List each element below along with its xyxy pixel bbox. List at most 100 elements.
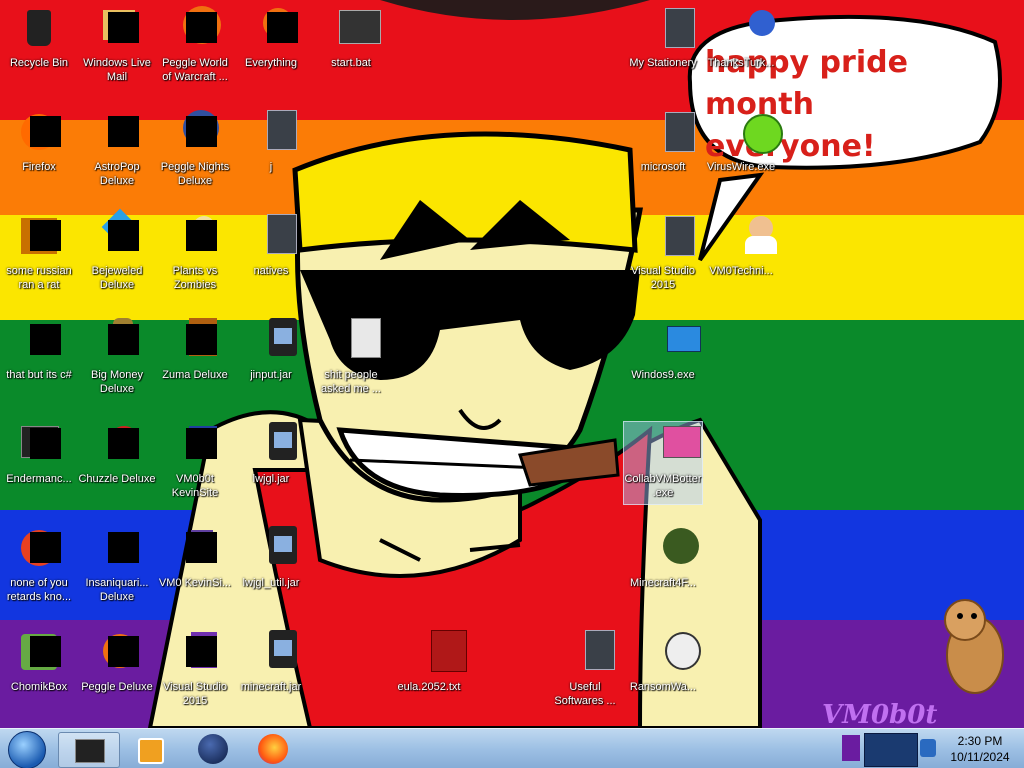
peggle-icon [99,634,139,670]
browser-icon [21,530,61,566]
firefox-icon [21,114,61,150]
firefox-icon [258,734,288,764]
desktop-icon-peggle-wow[interactable]: Peggle World of Warcraft ... [156,6,234,84]
folder-icon [645,216,695,256]
desktop-icon-insaniquarium[interactable]: Insaniquari... Deluxe [78,530,156,604]
desktop-icon-peggle-nights[interactable]: Peggle Nights Deluxe [156,110,234,188]
folder-icon [567,630,615,670]
jar-file-icon [253,318,297,358]
russian-rat-icon [21,218,61,254]
zuma-icon [177,318,217,358]
desktop-icon-peggle-deluxe[interactable]: Peggle Deluxe [78,634,156,694]
globe-icon [198,734,228,764]
desktop-icon-russian-rat[interactable]: some russian ran a rat [0,218,78,292]
desktop-icon-none-of-you[interactable]: none of you retards kno... [0,530,78,604]
money-bag-icon [99,318,139,358]
jar-file-icon [253,526,297,566]
astropop-icon [99,114,139,150]
taskbar: 2:30 PM 10/11/2024 [0,728,1024,768]
peggle-icon [177,6,221,46]
desktop-icon-chomikbox[interactable]: ChomikBox [0,634,78,694]
desktop-icon-that-but-csharp[interactable]: that but its c# [0,322,78,382]
everything-search-icon [253,8,298,46]
desktop-icon-vm0techni[interactable]: VM0Techni... [702,216,780,278]
batch-file-icon [333,10,381,46]
shortcut-icon [21,322,61,358]
desktop-icon-shit-people-asked[interactable]: shit people asked me ... [312,318,390,396]
desktop-icon-viruswire[interactable]: VirusWire.exe [702,114,783,174]
application-icon [645,426,701,462]
minecraft-block-icon [645,528,699,566]
desktop-icon-microsoft[interactable]: microsoft [624,112,702,174]
clock-time: 2:30 PM [957,734,1003,748]
desktop-icon-zuma[interactable]: Zuma Deluxe [156,318,234,382]
desktop-icon-minecraft-jar[interactable]: minecraft.jar [232,630,310,694]
tray-volume-icon[interactable] [920,739,936,757]
desktop-icon-vm0b0t-kevinsite[interactable]: VM0b0t KevinSite [156,426,234,500]
jar-file-icon [253,630,297,670]
desktop-icon-useful-softwares[interactable]: Useful Softwares ... [546,630,624,708]
folder-icon [253,110,297,150]
taskbar-app-console[interactable] [58,732,120,768]
desktop-icon-windos9[interactable]: Windos9.exe [624,322,702,382]
folder-icon [253,214,297,254]
tray-app-icon[interactable] [842,735,860,761]
fish-icon [99,530,139,566]
website-icon [177,530,217,566]
desktop-icon-chuzzle[interactable]: Chuzzle Deluxe [78,426,156,486]
mail-icon [99,10,139,46]
start-button[interactable] [4,730,48,768]
desktop-icon-endermanc[interactable]: Endermanc... [0,426,78,486]
desktop-icon-everything[interactable]: Everything [232,8,310,70]
desktop-icon-big-money[interactable]: Big Money Deluxe [78,318,156,396]
desktop-icon-eula-txt[interactable]: eula.2052.txt [390,630,468,694]
text-file-icon [411,630,467,672]
desktop-icon-vm0-kevinsi[interactable]: VM0 KevinSi... [156,530,234,590]
desktop-icon-bejeweled[interactable]: Bejeweled Deluxe [78,208,156,292]
desktop-icon-recycle-bin[interactable]: Recycle Bin [0,10,78,70]
media-player-icon [138,738,164,764]
chomikbox-icon [21,634,61,670]
desktop-icon-plants-vs-zombies[interactable]: Plants vs Zombies [156,216,234,292]
desktop-icon-jinput-jar[interactable]: jinput.jar [232,318,310,382]
visual-studio-icon [177,632,217,670]
desktop-icon-ransomware[interactable]: RansomWa... [624,632,702,694]
gem-icon [99,208,139,254]
chuzzle-icon [99,426,139,462]
desktop-icon-collabvmbotter[interactable]: CollabVMBotter.exe [623,421,703,505]
desktop-icon-start-bat[interactable]: start.bat [312,10,390,70]
folder-icon [333,318,381,358]
installer-icon [645,322,701,358]
character-icon [723,10,775,46]
windows-orb-icon [8,731,46,768]
taskbar-app-firefox[interactable] [246,732,300,766]
skull-icon [645,632,701,670]
desktop-icon-visual-studio-2015-b[interactable]: Visual Studio 2015 [624,216,702,292]
clock-date: 10/11/2024 [950,750,1010,764]
taskbar-app-media-player[interactable] [124,732,174,766]
desktop-icon-lwjgl-jar[interactable]: lwjgl.jar [232,422,310,486]
desktop-icon-lwjgl-util-jar[interactable]: lwjgl_util.jar [232,526,310,590]
desktop-icon-windows-live-mail[interactable]: Windows Live Mail [78,10,156,84]
website-icon [177,426,217,462]
desktop-icon-natives[interactable]: natives [232,214,310,278]
taskbar-app-globe[interactable] [186,732,240,766]
console-icon [75,739,105,763]
console-icon [21,426,61,462]
desktop-icon-firefox[interactable]: Firefox [0,114,78,174]
notification-area [840,729,944,768]
taskbar-clock[interactable]: 2:30 PM 10/11/2024 [944,733,1016,765]
desktop-icon-my-stationery[interactable]: My Stationery [624,8,702,70]
technician-icon [723,216,777,254]
desktop[interactable]: happy pride month everyone! VM0b0t Recyc… [0,0,1024,728]
desktop-icon-astropop[interactable]: AstroPop Deluxe [78,114,156,188]
desktop-icon-j[interactable]: j [232,110,310,174]
folder-icon [645,112,695,152]
peggle-icon [177,110,219,150]
desktop-icon-visual-studio-2015-a[interactable]: Visual Studio 2015 [156,632,234,708]
desktop-icon-minecraft4f[interactable]: Minecraft4F... [624,528,702,590]
desktop-icon-thanksturk[interactable]: ThanksTurk... [702,10,780,70]
plant-icon [177,216,217,254]
recycle-bin-icon [21,10,57,46]
tray-network-icon[interactable] [864,733,918,767]
